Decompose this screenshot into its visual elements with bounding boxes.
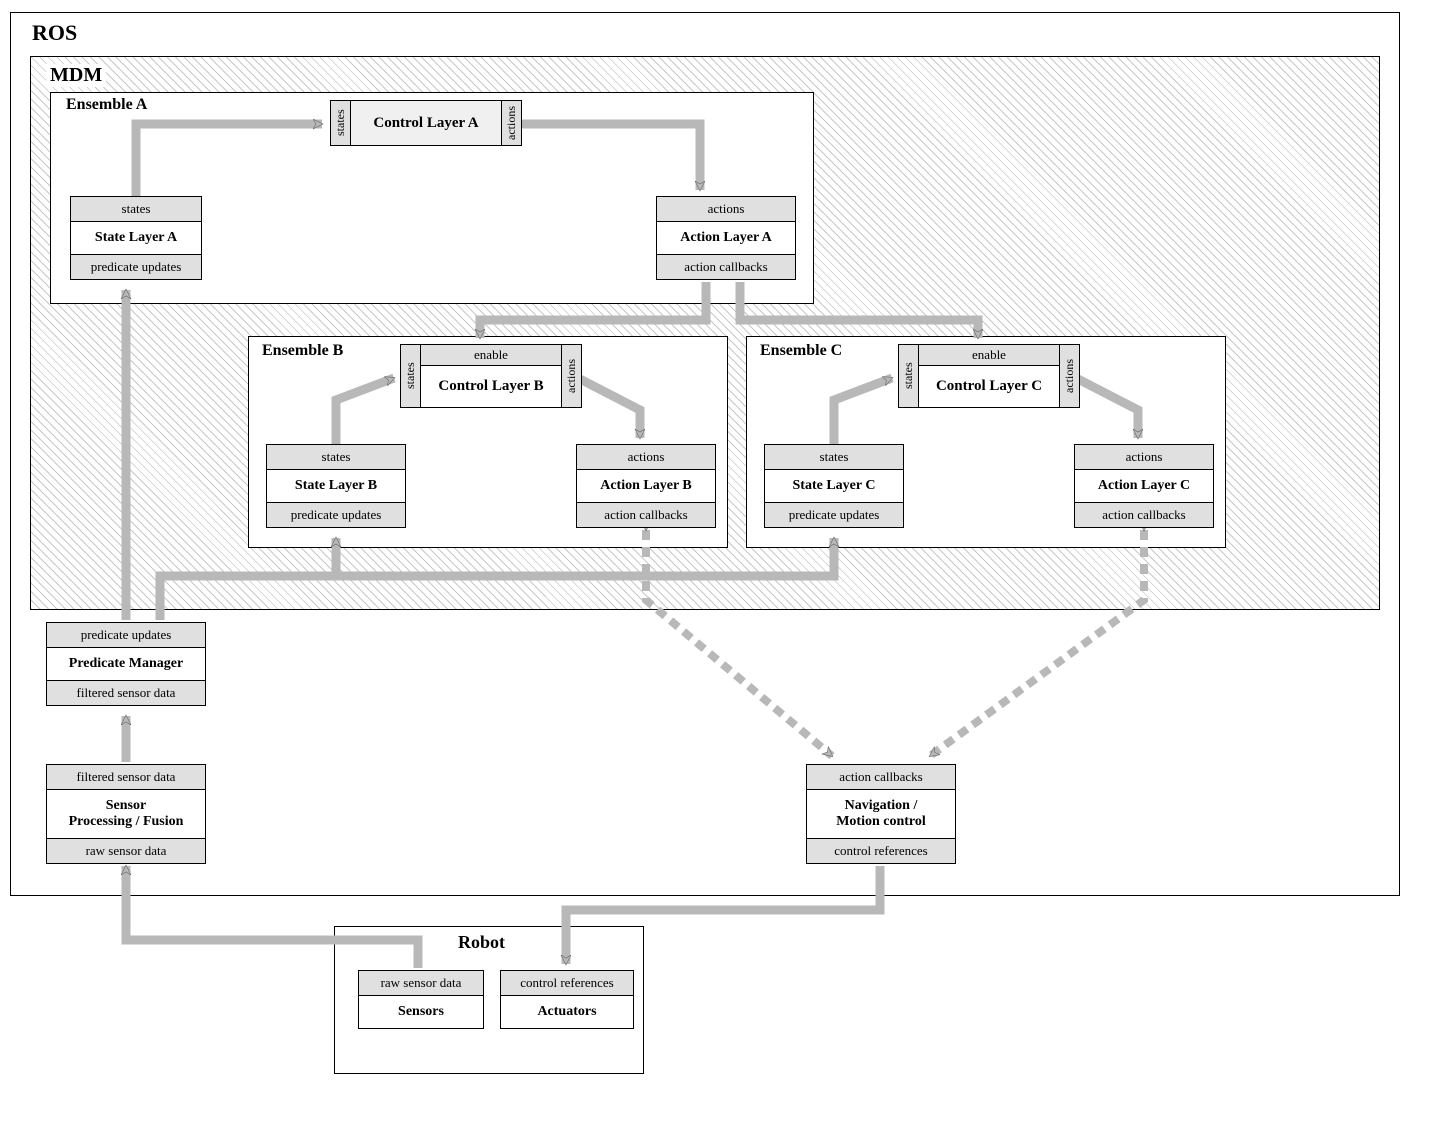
action-layer-a: actions Action Layer A action callbacks [656, 196, 796, 280]
actuators: control references Actuators [500, 970, 634, 1029]
control-c-main: Control Layer C [919, 366, 1059, 407]
control-b-port-left: states [400, 344, 421, 408]
control-layer-a: states Control Layer A actions [330, 100, 522, 146]
control-b-main: Control Layer B [421, 366, 561, 407]
action-a-main: Action Layer A [657, 222, 795, 255]
sensor-processing: filtered sensor data Sensor Processing /… [46, 764, 206, 864]
predmgr-port-top: predicate updates [47, 623, 205, 648]
state-a-port-bot: predicate updates [71, 255, 201, 279]
action-c-main: Action Layer C [1075, 470, 1213, 503]
state-b-port-top: states [267, 445, 405, 470]
state-layer-a: states State Layer A predicate updates [70, 196, 202, 280]
state-c-main: State Layer C [765, 470, 903, 503]
action-c-port-top: actions [1075, 445, 1213, 470]
predmgr-main: Predicate Manager [47, 648, 205, 681]
mdm-title: MDM [46, 64, 106, 87]
control-a-port-left: states [330, 100, 351, 146]
actuators-port-top: control references [501, 971, 633, 996]
state-layer-b: states State Layer B predicate updates [266, 444, 406, 528]
state-a-port-top: states [71, 197, 201, 222]
state-c-port-bot: predicate updates [765, 503, 903, 527]
control-b-enable: enable [421, 345, 561, 366]
state-b-main: State Layer B [267, 470, 405, 503]
action-b-port-top: actions [577, 445, 715, 470]
ensemble-a-title: Ensemble A [62, 96, 151, 114]
nav-main: Navigation / Motion control [807, 790, 955, 839]
control-a-main: Control Layer A [351, 101, 501, 145]
control-c-enable: enable [919, 345, 1059, 366]
ensemble-c-title: Ensemble C [756, 342, 846, 360]
control-layer-c: states enable Control Layer C actions [898, 344, 1080, 408]
control-c-port-left: states [898, 344, 919, 408]
state-a-main: State Layer A [71, 222, 201, 255]
state-layer-c: states State Layer C predicate updates [764, 444, 904, 528]
action-b-main: Action Layer B [577, 470, 715, 503]
predicate-manager: predicate updates Predicate Manager filt… [46, 622, 206, 706]
action-a-port-bot: action callbacks [657, 255, 795, 279]
robot-title: Robot [454, 932, 509, 953]
nav-port-top: action callbacks [807, 765, 955, 790]
control-b-port-right: actions [561, 344, 582, 408]
nav-port-bot: control references [807, 839, 955, 863]
state-b-port-bot: predicate updates [267, 503, 405, 527]
action-layer-b: actions Action Layer B action callbacks [576, 444, 716, 528]
action-a-port-top: actions [657, 197, 795, 222]
action-b-port-bot: action callbacks [577, 503, 715, 527]
actuators-main: Actuators [501, 996, 633, 1028]
sensors-port-top: raw sensor data [359, 971, 483, 996]
control-a-port-right: actions [501, 100, 522, 146]
ensemble-b-title: Ensemble B [258, 342, 347, 360]
control-layer-b: states enable Control Layer B actions [400, 344, 582, 408]
sensorproc-port-bot: raw sensor data [47, 839, 205, 863]
action-layer-c: actions Action Layer C action callbacks [1074, 444, 1214, 528]
sensorproc-port-top: filtered sensor data [47, 765, 205, 790]
control-c-port-right: actions [1059, 344, 1080, 408]
navigation: action callbacks Navigation / Motion con… [806, 764, 956, 864]
sensors-main: Sensors [359, 996, 483, 1028]
state-c-port-top: states [765, 445, 903, 470]
sensorproc-main: Sensor Processing / Fusion [47, 790, 205, 839]
predmgr-port-bot: filtered sensor data [47, 681, 205, 705]
sensors: raw sensor data Sensors [358, 970, 484, 1029]
action-c-port-bot: action callbacks [1075, 503, 1213, 527]
ros-title: ROS [28, 20, 81, 46]
